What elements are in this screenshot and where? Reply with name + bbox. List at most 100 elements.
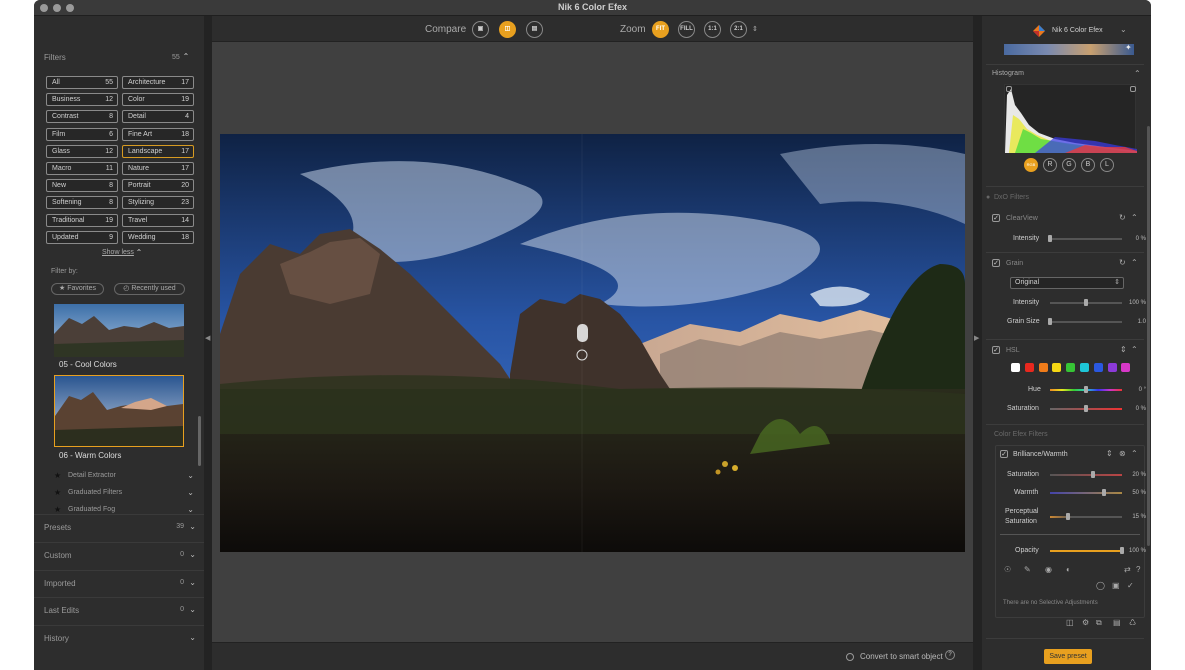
hsl-swatch[interactable] bbox=[1038, 363, 1048, 372]
hsl-hue-slider[interactable] bbox=[1050, 386, 1122, 393]
chevron-down-icon[interactable]: ⌄ bbox=[189, 605, 196, 614]
chevron-down-icon[interactable]: ⌄ bbox=[189, 633, 196, 642]
delete-filter-icon[interactable]: ⊗ bbox=[1119, 449, 1126, 458]
brush-icon[interactable]: ✎ bbox=[1024, 565, 1031, 574]
chevron-up-icon[interactable]: ⌃ bbox=[1131, 258, 1138, 267]
control-point-icon[interactable]: ☉ bbox=[1004, 565, 1011, 574]
chevron-up-icon[interactable]: ⌃ bbox=[1131, 449, 1138, 458]
chevron-left-icon[interactable]: ◀ bbox=[205, 334, 210, 342]
left-panel-collapse-bar[interactable]: ◀ bbox=[204, 16, 212, 670]
show-less-link[interactable]: Show less bbox=[102, 249, 134, 256]
slider-knob[interactable] bbox=[1084, 299, 1088, 306]
split-view-handle[interactable] bbox=[577, 324, 588, 342]
compare-side-by-side-icon[interactable]: ▤ bbox=[526, 21, 543, 38]
compare-split-view-icon[interactable]: ◫ bbox=[499, 21, 516, 38]
filters-header[interactable]: Filters bbox=[44, 53, 66, 62]
hsl-swatch[interactable] bbox=[1024, 363, 1034, 372]
slider-knob[interactable] bbox=[1084, 405, 1088, 412]
star-icon[interactable]: ★ bbox=[54, 505, 61, 514]
favorites-filter-button[interactable]: ★ Favorites bbox=[51, 283, 104, 295]
help-icon[interactable]: ? bbox=[1136, 565, 1140, 574]
grain-mode-select[interactable]: Original ⇕ bbox=[1010, 277, 1124, 289]
compare-single-view-icon[interactable]: ▣ bbox=[472, 21, 489, 38]
zoom-stepper-icon[interactable]: ⇕ bbox=[752, 25, 758, 33]
filter-category-nature[interactable]: Nature 17 bbox=[122, 162, 194, 175]
section-last-edits[interactable]: Last Edits 0 ⌄ bbox=[34, 597, 204, 623]
chevron-down-icon[interactable]: ⌄ bbox=[189, 522, 196, 531]
navigator-preview[interactable] bbox=[1004, 44, 1134, 55]
filter-category-business[interactable]: Business 12 bbox=[46, 93, 118, 107]
filter-category-color[interactable]: Color 19 bbox=[122, 93, 194, 107]
reorder-icon[interactable]: ⇕ bbox=[1120, 345, 1127, 354]
grain-size-slider[interactable] bbox=[1048, 318, 1122, 325]
highlight-clipping-toggle[interactable] bbox=[1130, 86, 1136, 92]
channel-g-button[interactable]: G bbox=[1062, 158, 1076, 172]
chevron-up-icon[interactable]: ⌃ bbox=[1131, 345, 1138, 354]
add-mask-icon[interactable]: ◫ bbox=[1066, 618, 1074, 627]
hsl-saturation-slider[interactable] bbox=[1050, 405, 1122, 412]
filter-category-landscape[interactable]: Landscape 17 bbox=[122, 144, 194, 158]
gradient-icon[interactable]: ◐ bbox=[1066, 565, 1071, 574]
warmth-slider[interactable] bbox=[1050, 489, 1122, 496]
slider-knob[interactable] bbox=[1102, 489, 1106, 496]
invert-icon[interactable]: ⇄ bbox=[1124, 565, 1131, 574]
settings-gear-icon[interactable]: ⚙ bbox=[1082, 618, 1089, 627]
chevron-down-icon[interactable]: ⌄ bbox=[189, 550, 196, 559]
zoom-2to1-button[interactable]: 2:1 bbox=[730, 21, 747, 38]
filter-category-fine-art[interactable]: Fine Art 18 bbox=[122, 127, 194, 141]
mask-view-icon[interactable]: ▣ bbox=[1112, 581, 1120, 590]
right-panel-collapse-bar[interactable]: ▶ bbox=[973, 16, 982, 670]
clearview-intensity-slider[interactable] bbox=[1048, 235, 1122, 242]
zoom-1to1-button[interactable]: 1:1 bbox=[704, 21, 721, 38]
filter-category-wedding[interactable]: Wedding 18 bbox=[122, 230, 194, 244]
recently-used-filter-button[interactable]: ◴ Recently used bbox=[114, 283, 185, 295]
hsl-swatch[interactable] bbox=[1093, 363, 1103, 372]
hsl-swatch[interactable] bbox=[1080, 363, 1089, 372]
eye-icon[interactable]: ◉ bbox=[1045, 565, 1052, 574]
hsl-swatch[interactable] bbox=[1107, 363, 1117, 372]
selection-dotted-icon[interactable]: ◯ bbox=[1096, 581, 1105, 590]
chevron-down-icon[interactable]: ⌄ bbox=[187, 505, 194, 514]
star-icon[interactable]: ★ bbox=[54, 488, 61, 497]
brilliance-enable-checkbox[interactable]: ✓ bbox=[1000, 450, 1008, 458]
filter-category-contrast[interactable]: Contrast 8 bbox=[46, 110, 118, 124]
brilliance-saturation-slider[interactable] bbox=[1050, 471, 1122, 478]
reset-icon[interactable]: ↻ bbox=[1119, 213, 1126, 222]
slider-knob[interactable] bbox=[1048, 318, 1052, 325]
convert-smart-object-checkbox[interactable] bbox=[846, 653, 854, 661]
preview-image[interactable] bbox=[220, 134, 965, 552]
section-custom[interactable]: Custom 0 ⌄ bbox=[34, 541, 204, 568]
filter-category-architecture[interactable]: Architecture 17 bbox=[122, 76, 194, 89]
filter-category-all[interactable]: All 55 bbox=[46, 76, 118, 89]
channel-b-button[interactable]: B bbox=[1081, 158, 1095, 172]
opacity-slider[interactable] bbox=[1050, 547, 1124, 554]
hsl-swatch[interactable] bbox=[1121, 363, 1131, 372]
chevron-down-icon[interactable]: ⌄ bbox=[187, 471, 194, 480]
channel-l-button[interactable]: L bbox=[1100, 158, 1114, 172]
left-panel-scrollbar[interactable] bbox=[198, 416, 201, 466]
dxo-filters-toggle-icon[interactable]: ● bbox=[986, 194, 990, 201]
hsl-swatch[interactable] bbox=[1066, 363, 1076, 372]
slider-knob[interactable] bbox=[1048, 235, 1052, 242]
grain-intensity-slider[interactable] bbox=[1050, 299, 1122, 306]
slider-knob[interactable] bbox=[1066, 513, 1070, 520]
chevron-down-icon[interactable]: ⌄ bbox=[189, 578, 196, 587]
hsl-swatch[interactable] bbox=[1011, 363, 1020, 372]
filter-category-stylizing[interactable]: Stylizing 23 bbox=[122, 196, 194, 210]
trash-icon[interactable]: ♺ bbox=[1129, 618, 1136, 627]
hsl-enable-checkbox[interactable]: ✓ bbox=[992, 346, 1000, 354]
chevron-right-icon[interactable]: ▶ bbox=[974, 334, 979, 342]
help-icon[interactable]: ? bbox=[945, 650, 955, 660]
checkmark-icon[interactable]: ✓ bbox=[1127, 581, 1134, 590]
slider-knob[interactable] bbox=[1091, 471, 1096, 478]
chevron-up-icon[interactable]: ⌃ bbox=[134, 248, 144, 258]
section-history[interactable]: History ⌄ bbox=[34, 625, 204, 651]
perceptual-saturation-slider[interactable] bbox=[1050, 513, 1122, 520]
section-presets[interactable]: Presets 39 ⌄ bbox=[34, 514, 204, 540]
channel-r-button[interactable]: R bbox=[1043, 158, 1057, 172]
filter-thumbnail-cool-colors[interactable] bbox=[54, 304, 184, 357]
save-preset-button[interactable]: Save preset bbox=[1044, 649, 1092, 664]
filter-thumbnail-warm-colors[interactable] bbox=[54, 375, 184, 447]
chevron-up-icon[interactable]: ⌃ bbox=[1134, 69, 1141, 78]
hsl-swatch[interactable] bbox=[1052, 363, 1062, 372]
